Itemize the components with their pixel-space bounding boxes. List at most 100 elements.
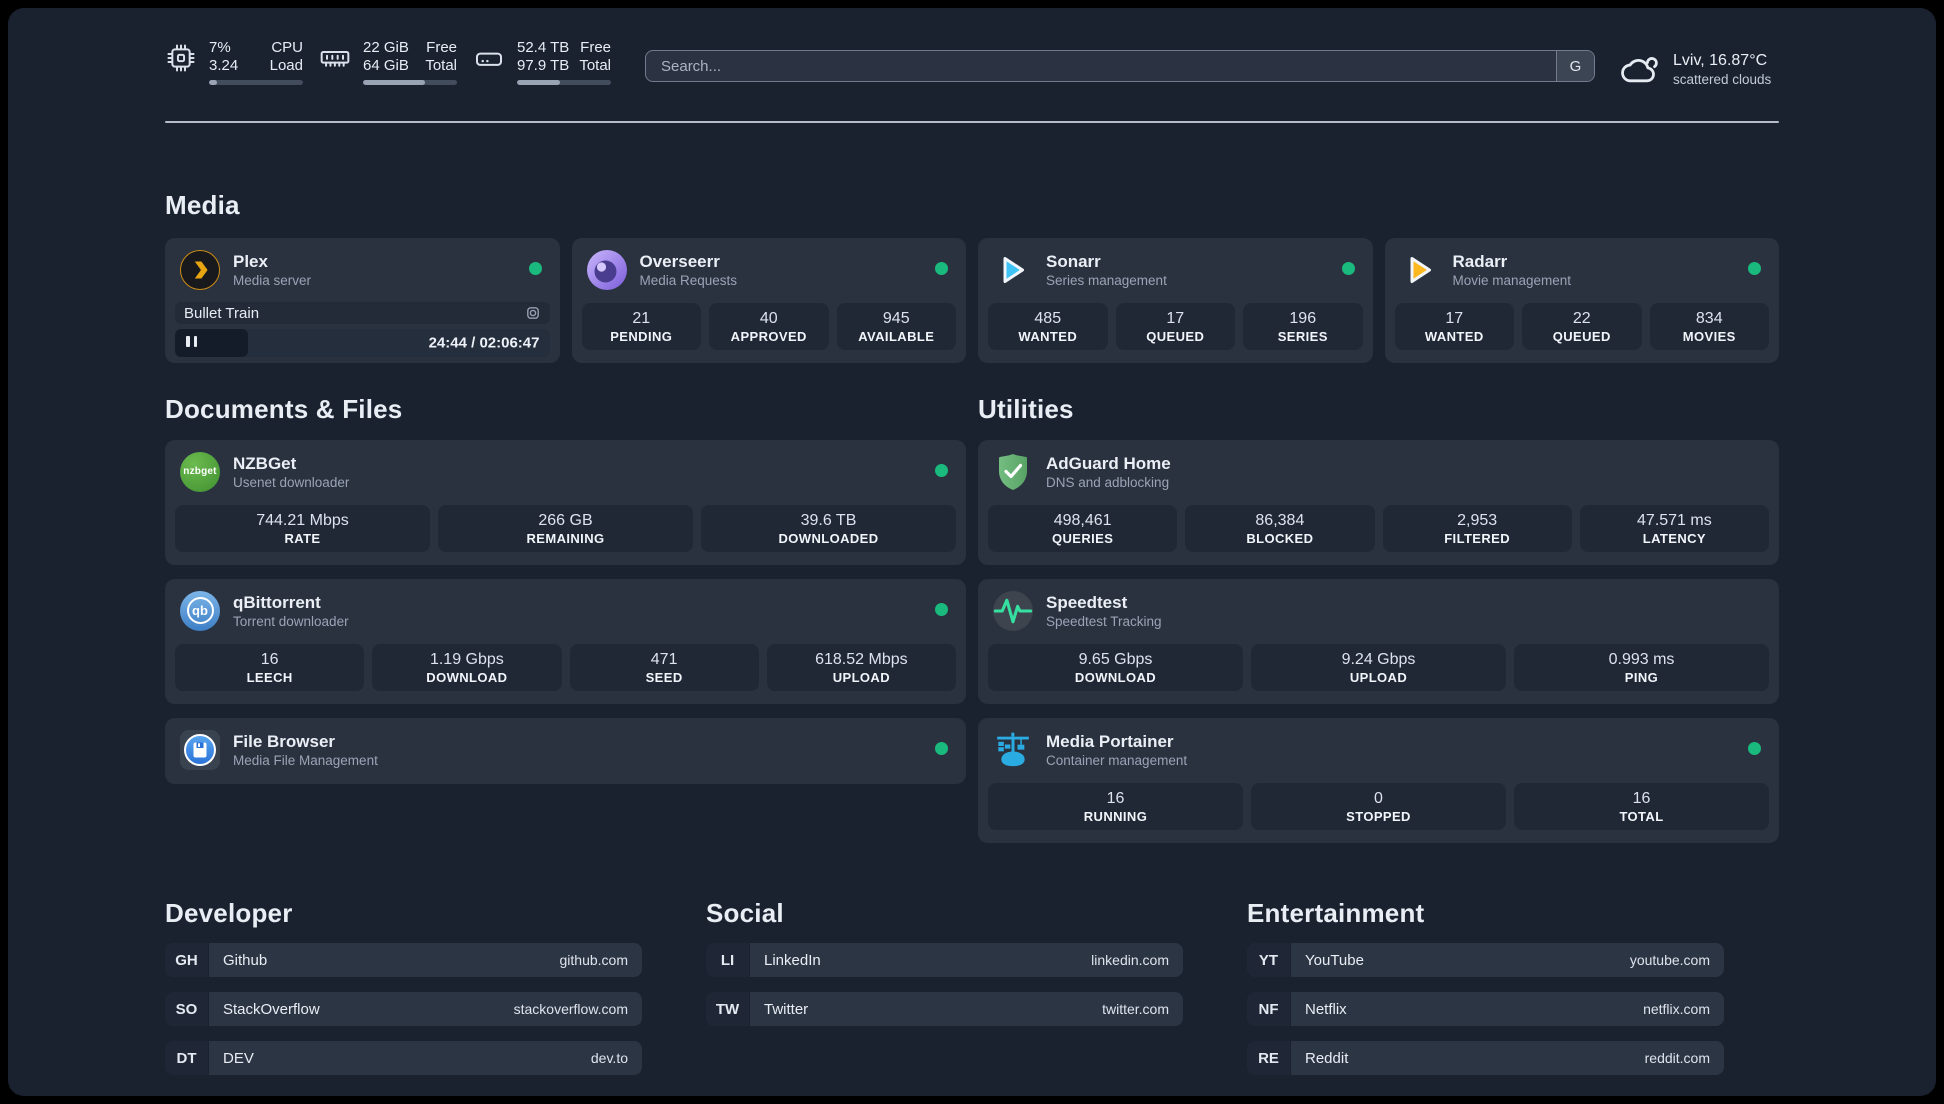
app-card-speedtest[interactable]: Speedtest Speedtest Tracking 9.65 Gbps DO…	[978, 579, 1779, 704]
app-card-radarr[interactable]: Radarr Movie management 17 WANTED 22 QUEUE…	[1384, 238, 1779, 363]
disk-total-value: 97.9 TB	[517, 57, 570, 74]
stat-box: 266 GB REMAINING	[438, 505, 693, 552]
search-input[interactable]	[646, 51, 1556, 81]
section-title-utilities: Utilities	[978, 394, 1074, 424]
disk-icon	[476, 52, 502, 66]
link-dev[interactable]: DT DEV dev.to	[165, 1041, 642, 1075]
cpu-progress-fill	[209, 80, 217, 85]
app-description: Series management	[1046, 272, 1167, 288]
app-name: Plex	[233, 251, 268, 271]
section-title-social: Social	[706, 898, 784, 928]
cpu-load-value: 3.24	[209, 57, 239, 74]
speedtest-icon	[993, 590, 1033, 631]
link-tag: DT	[165, 1041, 208, 1075]
app-description: Container management	[1046, 752, 1188, 768]
app-name: Overseerr	[639, 251, 720, 271]
app-card-overseerr[interactable]: Overseerr Media Requests 21 PENDING 40 APP…	[571, 238, 966, 363]
cpu-icon	[167, 44, 195, 72]
link-name: StackOverflow	[223, 1000, 320, 1018]
search-bar: G	[645, 50, 1595, 82]
status-dot	[935, 262, 948, 275]
app-description: Media Requests	[639, 272, 738, 288]
app-card-portainer[interactable]: Media Portainer Container management 16 R…	[978, 718, 1779, 843]
status-dot	[935, 464, 948, 477]
app-name: Radarr	[1452, 251, 1508, 271]
disk-total-label: Total	[579, 57, 611, 74]
app-name: AdGuard Home	[1046, 453, 1171, 473]
app-card-qbittorrent[interactable]: qb qBittorrent Torrent downloader 16 LEEC…	[165, 579, 966, 704]
status-dot	[1748, 742, 1761, 755]
app-card-plex[interactable]: Plex Media server Bullet Train 24:44 / 0…	[165, 238, 560, 363]
portainer-icon	[993, 730, 1033, 770]
section-title-developer: Developer	[165, 898, 293, 928]
ram-total-value: 64 GiB	[363, 57, 409, 74]
stat-box: 47.571 ms LATENCY	[1579, 505, 1769, 552]
dashboard: 7% 3.24 CPU Load 22 GiB 64 GiB Free Tota…	[8, 8, 1936, 1096]
adguard-icon	[993, 452, 1033, 492]
link-tag: NF	[1247, 992, 1290, 1026]
stat-box: 618.52 Mbps UPLOAD	[766, 644, 956, 691]
header-divider	[165, 121, 1779, 123]
link-name: DEV	[223, 1049, 254, 1067]
link-tag: YT	[1247, 943, 1290, 977]
pause-icon[interactable]	[186, 334, 198, 352]
stat-box: 9.24 Gbps UPLOAD	[1251, 644, 1506, 691]
links-column-developer: Developer GH Github github.com SO StackOv…	[165, 897, 642, 1075]
app-card-sonarr[interactable]: Sonarr Series management 485 WANTED 17 QUE…	[978, 238, 1373, 363]
status-dot	[1748, 262, 1761, 275]
cpu-metric: 7% 3.24 CPU Load	[165, 39, 303, 85]
status-dot	[935, 603, 948, 616]
link-url: linkedin.com	[1091, 952, 1169, 968]
link-reddit[interactable]: RE Reddit reddit.com	[1247, 1041, 1724, 1075]
link-twitter[interactable]: TW Twitter twitter.com	[706, 992, 1183, 1026]
ram-progress-fill	[363, 80, 426, 85]
stat-box: 9.65 Gbps DOWNLOAD	[988, 644, 1243, 691]
overseerr-icon	[586, 249, 627, 290]
section-title-media: Media	[165, 190, 240, 220]
link-name: Twitter	[764, 1000, 809, 1018]
app-description: DNS and adblocking	[1046, 474, 1170, 490]
stat-box: 22 QUEUED	[1522, 303, 1642, 350]
section-title-entertainment: Entertainment	[1247, 898, 1425, 928]
stat-box: 498,461 QUERIES	[988, 505, 1178, 552]
stat-box: 17 QUEUED	[1115, 303, 1235, 350]
ram-icon	[320, 50, 350, 67]
link-tag: GH	[165, 943, 208, 977]
app-card-adguard[interactable]: AdGuard Home DNS and adblocking 498,461 Q…	[978, 440, 1779, 565]
link-github[interactable]: GH Github github.com	[165, 943, 642, 977]
playback-progress-fill	[175, 329, 249, 357]
app-description: Media server	[233, 272, 312, 288]
link-url: dev.to	[590, 1050, 628, 1066]
stat-box: 16 TOTAL	[1514, 783, 1769, 830]
status-dot	[528, 262, 542, 275]
ram-progress-bar	[363, 80, 457, 85]
link-name: YouTube	[1305, 951, 1364, 969]
link-url: github.com	[559, 952, 628, 968]
link-youtube[interactable]: YT YouTube youtube.com	[1247, 943, 1724, 977]
app-description: Movie management	[1452, 272, 1572, 288]
playback-progress-bar[interactable]: 24:44 / 02:06:47	[175, 329, 550, 357]
app-name: Sonarr	[1046, 251, 1101, 271]
app-card-filebrowser[interactable]: File Browser Media File Management	[165, 718, 966, 784]
link-tag: SO	[165, 992, 208, 1026]
stat-box: 2,953 FILTERED	[1382, 505, 1572, 552]
search-engine-button[interactable]: G	[1556, 51, 1594, 81]
stat-box: 0 STOPPED	[1251, 783, 1506, 830]
link-url: stackoverflow.com	[513, 1001, 628, 1017]
disk-metric: 52.4 TB 97.9 TB Free Total	[473, 39, 611, 85]
now-playing-row: Bullet Train	[175, 302, 550, 324]
link-name: Github	[223, 951, 268, 969]
app-name: Media Portainer	[1046, 731, 1174, 751]
links-column-entertainment: Entertainment YT YouTube youtube.com NF N…	[1247, 897, 1724, 1075]
status-dot	[935, 742, 948, 755]
stat-box: 744.21 Mbps RATE	[175, 505, 430, 552]
cpu-label: CPU	[271, 39, 303, 56]
radarr-icon	[1400, 250, 1440, 290]
app-description: Usenet downloader	[233, 474, 350, 490]
disk-progress-fill	[517, 80, 561, 85]
app-card-nzbget[interactable]: nzbget NZBGet Usenet downloader 744.21 M…	[165, 440, 966, 565]
link-stackoverflow[interactable]: SO StackOverflow stackoverflow.com	[165, 992, 642, 1026]
link-linkedin[interactable]: LI LinkedIn linkedin.com	[706, 943, 1183, 977]
link-netflix[interactable]: NF Netflix netflix.com	[1247, 992, 1724, 1026]
link-tag: RE	[1247, 1041, 1290, 1075]
